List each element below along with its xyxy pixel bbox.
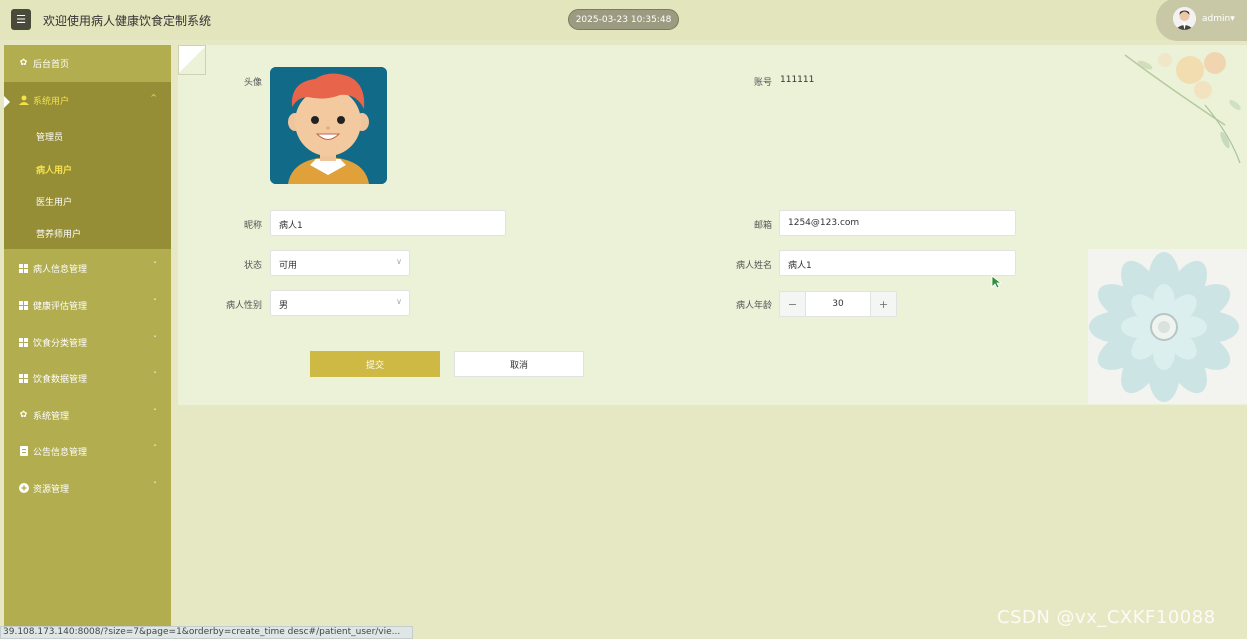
floral-decoration	[1124, 52, 1241, 164]
increment-button[interactable]: +	[870, 292, 896, 316]
sidebar-item-diet-data[interactable]: 饮食数据管理 ˇ	[4, 360, 171, 396]
document-icon	[18, 446, 29, 457]
gender-select[interactable]: 男 ∨	[270, 290, 410, 316]
gender-label: 病人性别	[225, 301, 262, 311]
patient-name-label: 病人姓名	[735, 261, 772, 271]
plus-circle-icon	[18, 483, 29, 494]
home-icon: ✿	[19, 58, 28, 68]
datetime-badge: 2025-03-23 10:35:48	[568, 9, 679, 30]
nickname-input[interactable]: 病人1	[270, 210, 506, 236]
sidebar-subitem-admin[interactable]: 管理员	[36, 130, 63, 143]
chevron-down-icon: ˇ	[153, 444, 157, 453]
mouse-cursor-icon	[991, 275, 1002, 289]
user-icon	[18, 95, 29, 106]
grid-icon	[18, 337, 29, 348]
chevron-down-icon: ˇ	[153, 371, 157, 380]
status-select[interactable]: 可用 ∨	[270, 250, 410, 276]
sidebar-item-resources[interactable]: 资源管理 ˇ	[4, 470, 171, 506]
sidebar-subitem-patient-users[interactable]: 病人用户	[36, 163, 72, 176]
email-label: 邮箱	[753, 221, 772, 231]
chevron-up-icon: ^	[150, 93, 157, 102]
email-input[interactable]: 1254@123.com	[779, 210, 1016, 236]
chevron-down-icon: ˇ	[153, 481, 157, 490]
nickname-label: 昵称	[243, 221, 262, 231]
grid-icon	[18, 263, 29, 274]
sidebar-item-home[interactable]: ✿ 后台首页	[4, 45, 171, 81]
user-name[interactable]: admin▾	[1202, 14, 1235, 24]
account-label: 账号	[753, 78, 772, 88]
grid-icon	[18, 300, 29, 311]
menu-toggle-button[interactable]: ☰	[11, 9, 31, 30]
age-label: 病人年龄	[735, 301, 772, 311]
watermark-text: CSDN @vx_CXKF10088	[997, 607, 1216, 628]
chevron-down-icon: ∨	[396, 297, 402, 306]
sidebar-subitem-doctor-users[interactable]: 医生用户	[36, 195, 72, 208]
active-indicator	[4, 96, 10, 108]
sidebar-item-health-assessment[interactable]: 健康评估管理 ˇ	[4, 287, 171, 323]
sidebar-item-patient-info[interactable]: 病人信息管理 ˇ	[4, 250, 171, 286]
user-avatar[interactable]	[1173, 7, 1196, 30]
chevron-down-icon: ▾	[1230, 14, 1235, 24]
avatar-label: 头像	[243, 78, 262, 88]
status-label: 状态	[243, 261, 262, 271]
sidebar: ✿ 后台首页 系统用户 ^ 管理员 病人用户 医生用户 营养师用户 病人信息管理…	[4, 45, 171, 639]
age-stepper: − 30 +	[779, 291, 897, 317]
hamburger-icon: ☰	[16, 13, 26, 26]
flower-decoration-panel	[1088, 249, 1247, 404]
corner-fold-decoration	[178, 45, 206, 75]
sidebar-item-system-management[interactable]: ✿ 系统管理 ˇ	[4, 397, 171, 433]
gear-icon: ✿	[19, 410, 28, 420]
decrement-button[interactable]: −	[780, 292, 806, 316]
sidebar-subitem-nutritionist-users[interactable]: 营养师用户	[36, 227, 81, 240]
submenu-system-users: 管理员 病人用户 医生用户 营养师用户	[4, 118, 171, 249]
sidebar-item-announcements[interactable]: 公告信息管理 ˇ	[4, 433, 171, 469]
cancel-button[interactable]: 取消	[454, 351, 584, 377]
age-input[interactable]: 30	[806, 292, 870, 316]
app-title: 欢迎使用病人健康饮食定制系统	[43, 14, 212, 28]
profile-avatar-image[interactable]	[270, 67, 387, 184]
chevron-down-icon: ˇ	[153, 261, 157, 270]
chevron-down-icon: ˇ	[153, 298, 157, 307]
chevron-down-icon: ˇ	[153, 408, 157, 417]
chevron-down-icon: ˇ	[153, 335, 157, 344]
patient-name-input[interactable]: 病人1	[779, 250, 1016, 276]
submit-button[interactable]: 提交	[310, 351, 440, 377]
sidebar-item-system-users[interactable]: 系统用户 ^	[4, 82, 171, 118]
sidebar-item-diet-category[interactable]: 饮食分类管理 ˇ	[4, 324, 171, 360]
account-value: 111111	[780, 75, 815, 85]
chevron-down-icon: ∨	[396, 257, 402, 266]
grid-icon	[18, 373, 29, 384]
status-bar-url: 39.108.173.140:8008/?size=7&page=1&order…	[0, 626, 413, 639]
